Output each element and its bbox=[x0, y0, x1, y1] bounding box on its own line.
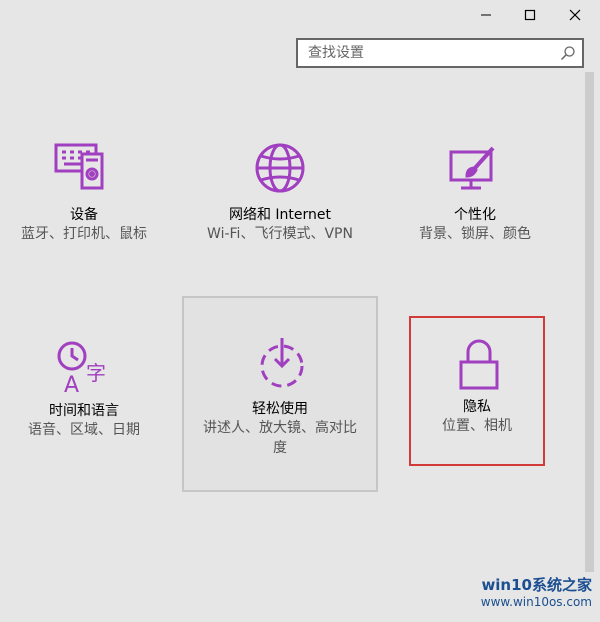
tile-devices-desc: 蓝牙、打印机、鼠标 bbox=[21, 226, 147, 242]
search-icon[interactable] bbox=[560, 45, 576, 61]
tile-privacy-desc: 位置、相机 bbox=[442, 418, 512, 434]
tile-ease-of-access-desc: 讲述人、放大镜、高对比度 bbox=[203, 420, 357, 456]
lock-icon bbox=[459, 339, 499, 390]
minimize-button[interactable] bbox=[466, 0, 506, 30]
maximize-button[interactable] bbox=[510, 0, 550, 30]
watermark-url: www.win10os.com bbox=[480, 594, 592, 609]
ease-of-access-icon bbox=[260, 338, 304, 388]
tile-personalization[interactable]: 个性化 背景、锁屏、颜色 bbox=[377, 104, 573, 300]
globe-icon bbox=[255, 143, 305, 193]
devices-icon bbox=[54, 143, 104, 190]
time-language-icon: A 字 bbox=[57, 341, 106, 398]
tile-network[interactable]: 网络和 Internet Wi-Fi、飞行模式、VPN bbox=[182, 104, 378, 300]
svg-text:字: 字 bbox=[86, 361, 106, 385]
watermark: win10系统之家 www.win10os.com bbox=[412, 568, 592, 614]
tile-ease-of-access-title: 轻松使用 bbox=[252, 401, 308, 417]
tile-privacy[interactable]: 隐私 位置、相机 bbox=[409, 316, 545, 466]
maximize-icon bbox=[524, 9, 536, 21]
tile-devices-title: 设备 bbox=[70, 207, 98, 223]
scrollbar[interactable] bbox=[585, 72, 594, 572]
personalization-icon bbox=[449, 146, 495, 190]
tile-network-title: 网络和 Internet bbox=[228, 207, 332, 223]
tile-time-language-desc: 语音、区域、日期 bbox=[28, 422, 140, 438]
tile-devices[interactable]: 设备 蓝牙、打印机、鼠标 bbox=[0, 104, 182, 300]
close-icon bbox=[569, 9, 581, 21]
title-bar bbox=[0, 0, 600, 30]
search-input[interactable] bbox=[298, 40, 558, 66]
tile-network-desc: Wi-Fi、飞行模式、VPN bbox=[207, 226, 353, 242]
tile-time-language-title: 时间和语言 bbox=[49, 403, 119, 419]
tile-time-language[interactable]: A 字 时间和语言 语音、区域、日期 bbox=[0, 300, 182, 496]
tile-privacy-title: 隐私 bbox=[463, 399, 491, 415]
close-button[interactable] bbox=[555, 0, 595, 30]
watermark-brand: win10系统之家 bbox=[481, 575, 592, 594]
tile-ease-of-access[interactable]: 轻松使用 讲述人、放大镜、高对比度 bbox=[182, 296, 378, 492]
minimize-icon bbox=[481, 14, 491, 16]
tile-personalization-title: 个性化 bbox=[454, 207, 496, 223]
tile-personalization-desc: 背景、锁屏、颜色 bbox=[419, 226, 531, 242]
svg-text:A: A bbox=[64, 373, 79, 398]
search-box[interactable] bbox=[296, 38, 584, 68]
